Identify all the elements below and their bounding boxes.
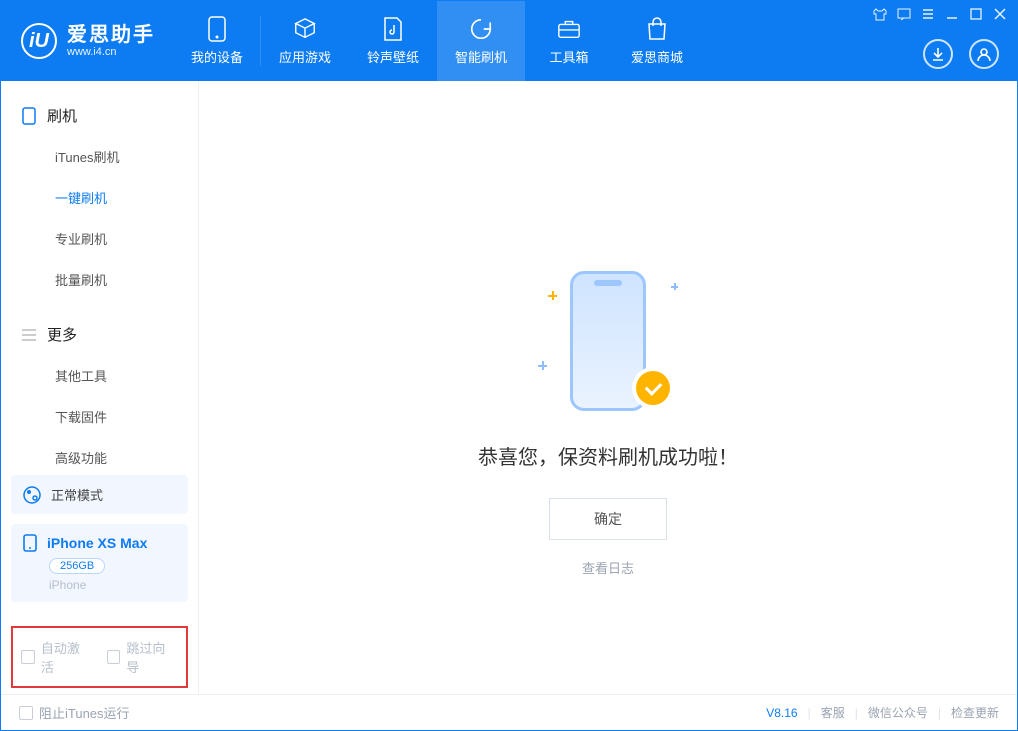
nav-ringtone[interactable]: 铃声壁纸 bbox=[349, 1, 437, 81]
toolbox-icon bbox=[557, 17, 581, 41]
device-icon bbox=[23, 534, 37, 552]
mode-label: 正常模式 bbox=[51, 485, 103, 504]
nav-toolbox[interactable]: 工具箱 bbox=[525, 1, 613, 81]
app-window: iU 爱思助手 www.i4.cn 我的设备 应用游戏 bbox=[0, 0, 1018, 731]
cube-icon bbox=[293, 17, 317, 41]
checkbox-block-itunes[interactable]: 阻止iTunes运行 bbox=[19, 703, 130, 722]
sidebar-item-firmware[interactable]: 下载固件 bbox=[1, 396, 198, 437]
nav-label: 铃声壁纸 bbox=[367, 47, 419, 66]
minimize-icon[interactable] bbox=[945, 7, 959, 21]
footer: 阻止iTunes运行 V8.16 | 客服 | 微信公众号 | 检查更新 bbox=[1, 694, 1017, 730]
nav-label: 爱思商城 bbox=[631, 47, 683, 66]
wechat-link[interactable]: 微信公众号 bbox=[868, 704, 928, 721]
nav: 我的设备 应用游戏 铃声壁纸 智能刷机 bbox=[173, 1, 701, 81]
success-illustration bbox=[538, 271, 678, 411]
app-title: 爱思助手 bbox=[67, 24, 155, 46]
sidebar-section-flash: 刷机 bbox=[1, 95, 198, 136]
device-type: iPhone bbox=[49, 578, 176, 592]
logo-area: iU 爱思助手 www.i4.cn bbox=[1, 1, 173, 81]
phone-illustration-icon bbox=[570, 271, 646, 411]
sidebar-item-advanced[interactable]: 高级功能 bbox=[1, 437, 198, 465]
feedback-icon[interactable] bbox=[897, 7, 911, 21]
sidebar-item-batch[interactable]: 批量刷机 bbox=[1, 259, 198, 300]
mode-icon bbox=[23, 486, 41, 504]
sidebar: 刷机 iTunes刷机 一键刷机 专业刷机 批量刷机 更多 其他工具 下载固件 … bbox=[1, 81, 199, 694]
header-actions bbox=[923, 39, 999, 69]
list-icon bbox=[21, 327, 37, 343]
main: 恭喜您，保资料刷机成功啦！ 确定 查看日志 bbox=[199, 81, 1017, 694]
nav-label: 我的设备 bbox=[191, 47, 243, 66]
sidebar-item-pro[interactable]: 专业刷机 bbox=[1, 218, 198, 259]
nav-apps[interactable]: 应用游戏 bbox=[261, 1, 349, 81]
sparkle-icon bbox=[671, 283, 678, 290]
checkbox-icon bbox=[21, 650, 35, 664]
music-file-icon bbox=[381, 17, 405, 41]
phone-icon bbox=[205, 17, 229, 41]
menu-icon[interactable] bbox=[921, 7, 935, 21]
close-icon[interactable] bbox=[993, 7, 1007, 21]
shirt-icon[interactable] bbox=[873, 7, 887, 21]
sparkle-icon bbox=[538, 361, 547, 370]
nav-store[interactable]: 爱思商城 bbox=[613, 1, 701, 81]
user-icon[interactable] bbox=[969, 39, 999, 69]
sidebar-item-other[interactable]: 其他工具 bbox=[1, 355, 198, 396]
service-link[interactable]: 客服 bbox=[821, 704, 845, 721]
logo-icon: iU bbox=[21, 23, 57, 59]
ok-button[interactable]: 确定 bbox=[549, 498, 667, 540]
body: 刷机 iTunes刷机 一键刷机 专业刷机 批量刷机 更多 其他工具 下载固件 … bbox=[1, 81, 1017, 694]
device-capacity: 256GB bbox=[49, 558, 105, 574]
checkbox-icon bbox=[19, 706, 33, 720]
mode-box[interactable]: 正常模式 bbox=[11, 475, 188, 514]
checkbox-skip-guide[interactable]: 跳过向导 bbox=[107, 638, 179, 676]
nav-my-device[interactable]: 我的设备 bbox=[173, 1, 261, 81]
maximize-icon[interactable] bbox=[969, 7, 983, 21]
refresh-shield-icon bbox=[469, 17, 493, 41]
checks-highlight: 自动激活 跳过向导 bbox=[11, 626, 188, 688]
section-title: 更多 bbox=[47, 324, 77, 345]
checkbox-icon bbox=[107, 650, 121, 664]
version-label: V8.16 bbox=[766, 706, 797, 720]
sidebar-scroll: 刷机 iTunes刷机 一键刷机 专业刷机 批量刷机 更多 其他工具 下载固件 … bbox=[1, 81, 198, 465]
checkbox-label: 跳过向导 bbox=[126, 638, 178, 676]
download-icon[interactable] bbox=[923, 39, 953, 69]
phone-small-icon bbox=[21, 108, 37, 124]
checkbox-auto-activate[interactable]: 自动激活 bbox=[21, 638, 93, 676]
sidebar-section-more: 更多 bbox=[1, 314, 198, 355]
bag-icon bbox=[645, 17, 669, 41]
sidebar-bottom: 正常模式 iPhone XS Max 256GB iPhone bbox=[1, 465, 198, 612]
sparkle-icon bbox=[548, 291, 557, 300]
device-name: iPhone XS Max bbox=[47, 535, 147, 551]
nav-label: 工具箱 bbox=[549, 47, 588, 66]
nav-label: 智能刷机 bbox=[455, 47, 507, 66]
nav-label: 应用游戏 bbox=[279, 47, 331, 66]
sidebar-item-onekey[interactable]: 一键刷机 bbox=[1, 177, 198, 218]
sidebar-item-itunes[interactable]: iTunes刷机 bbox=[1, 136, 198, 177]
view-log-link[interactable]: 查看日志 bbox=[582, 558, 634, 577]
checkbox-label: 自动激活 bbox=[41, 638, 93, 676]
logo-text: 爱思助手 www.i4.cn bbox=[67, 24, 155, 58]
section-title: 刷机 bbox=[47, 105, 77, 126]
window-controls bbox=[873, 7, 1007, 21]
app-url: www.i4.cn bbox=[67, 46, 155, 58]
check-update-link[interactable]: 检查更新 bbox=[951, 704, 999, 721]
nav-flash[interactable]: 智能刷机 bbox=[437, 1, 525, 81]
success-message: 恭喜您，保资料刷机成功啦！ bbox=[478, 441, 738, 470]
device-box[interactable]: iPhone XS Max 256GB iPhone bbox=[11, 524, 188, 602]
checkbox-label: 阻止iTunes运行 bbox=[39, 703, 130, 722]
header: iU 爱思助手 www.i4.cn 我的设备 应用游戏 bbox=[1, 1, 1017, 81]
check-badge-icon bbox=[636, 371, 670, 405]
